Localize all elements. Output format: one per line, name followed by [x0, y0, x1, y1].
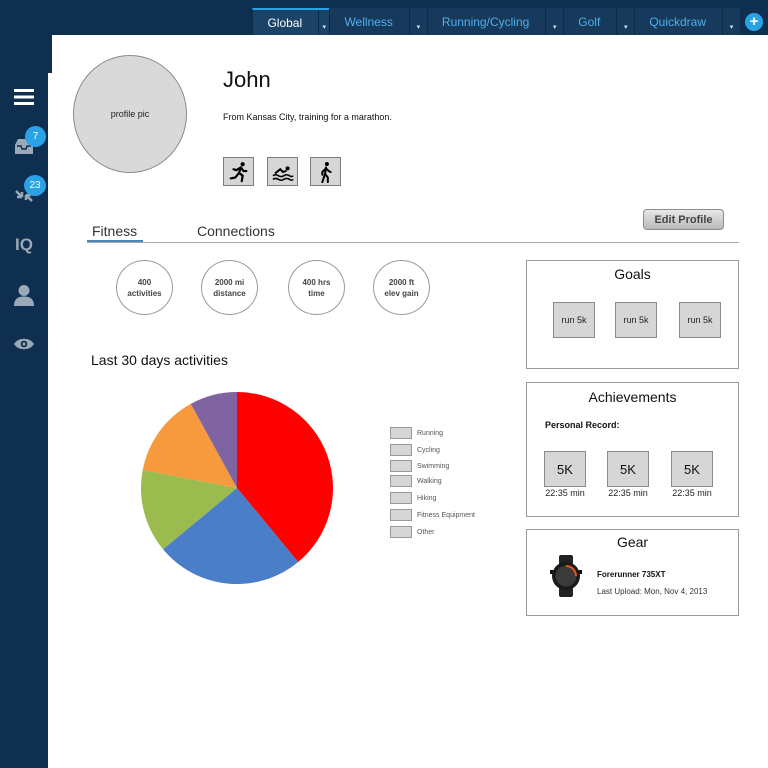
tab-running-cycling[interactable]: Running/Cycling ▾: [426, 8, 564, 35]
chevron-down-icon[interactable]: ▾: [408, 8, 427, 35]
stat-distance: 2000 mi distance: [201, 260, 258, 315]
legend-label: Other: [417, 528, 435, 536]
top-nav-bar: Global ▾ Wellness ▾ Running/Cycling ▾ Go…: [0, 0, 768, 35]
stat-value: 2000 ft: [388, 277, 415, 287]
running-icon: [229, 161, 247, 182]
legend-item: Other: [390, 526, 435, 538]
legend-label: Fitness Equipment: [417, 511, 475, 519]
legend-item: Walking: [390, 475, 442, 487]
stat-label: elev gain: [384, 288, 419, 298]
legend-swatch: [390, 427, 412, 439]
legend-item: Running: [390, 427, 443, 439]
legend-label: Walking: [417, 477, 442, 485]
watch-icon[interactable]: [549, 555, 583, 602]
gear-device-name[interactable]: Forerunner 735XT: [597, 570, 665, 579]
plus-icon[interactable]: +: [745, 12, 763, 31]
tab-divider: [87, 242, 739, 243]
stat-time: 400 hrs time: [288, 260, 345, 315]
legend-label: Hiking: [417, 494, 437, 502]
category-tabs: Global ▾ Wellness ▾ Running/Cycling ▾ Go…: [252, 8, 768, 35]
achievements-panel: Achievements Personal Record: 5K 22:35 m…: [526, 382, 739, 517]
legend-item: Fitness Equipment: [390, 509, 475, 521]
legend-swatch: [390, 492, 412, 504]
achievement-time: 22:35 min: [672, 488, 712, 498]
walking-sport-button[interactable]: [310, 157, 341, 186]
legend-swatch: [390, 475, 412, 487]
achievement-badge[interactable]: 5K: [671, 451, 713, 487]
chevron-down-icon[interactable]: ▾: [545, 8, 563, 35]
gear-panel: Gear Forerunner 735XT Last Upload: Mon, …: [526, 529, 739, 616]
tab-label: Quickdraw: [649, 14, 706, 29]
edit-profile-button[interactable]: Edit Profile: [643, 209, 724, 230]
achievement-time: 22:35 min: [545, 488, 585, 498]
tab-label: Global: [267, 15, 303, 30]
personal-record-label: Personal Record:: [545, 420, 620, 430]
connections-badge: 23: [24, 175, 46, 196]
connect-iq-icon[interactable]: IQ: [12, 233, 36, 257]
avatar-label: profile pic: [110, 109, 150, 119]
legend-label: Running: [417, 429, 444, 437]
stat-value: 400: [137, 277, 152, 287]
stat-value: 400 hrs: [302, 277, 331, 287]
swimming-icon: [271, 165, 294, 181]
goals-title: Goals: [614, 266, 651, 282]
tab-quickdraw[interactable]: Quickdraw ▾: [634, 8, 740, 35]
legend-swatch: [390, 460, 412, 472]
achievement-time: 22:35 min: [608, 488, 648, 498]
activities-pie-chart: [141, 392, 333, 584]
profile-bio: From Kansas City, training for a maratho…: [223, 112, 392, 122]
legend-item: Hiking: [390, 492, 436, 504]
gear-last-upload: Last Upload: Mon, Nov 4, 2013: [597, 587, 708, 596]
tab-golf[interactable]: Golf ▾: [563, 8, 635, 35]
legend-item: Swimming: [390, 460, 449, 472]
activities-title: Last 30 days activities: [91, 352, 228, 368]
stat-elev-gain: 2000 ft elev gain: [373, 260, 430, 315]
tab-fitness[interactable]: Fitness: [92, 223, 137, 239]
legend-label: Swimming: [417, 462, 450, 470]
stat-activities: 400 activities: [116, 260, 173, 315]
user-icon[interactable]: [12, 283, 36, 307]
walking-icon: [320, 161, 332, 183]
gear-title: Gear: [616, 534, 649, 550]
tab-label: Golf: [578, 14, 601, 29]
hamburger-menu-icon[interactable]: [12, 85, 36, 109]
goal-item[interactable]: run 5k: [615, 302, 657, 338]
achievement-badge[interactable]: 5K: [607, 451, 649, 487]
running-sport-button[interactable]: [223, 157, 254, 186]
chevron-down-icon[interactable]: ▾: [616, 8, 634, 35]
avatar[interactable]: profile pic: [73, 55, 187, 173]
legend-swatch: [390, 509, 412, 521]
tab-wellness[interactable]: Wellness ▾: [329, 8, 427, 35]
legend-swatch: [390, 444, 412, 456]
goal-item[interactable]: run 5k: [679, 302, 721, 338]
goals-panel: Goals run 5k run 5k run 5k: [526, 260, 739, 369]
stat-label: distance: [213, 288, 246, 298]
tab-connections[interactable]: Connections: [197, 223, 275, 239]
add-tab-cell: +: [740, 8, 768, 35]
legend-item: Cycling: [390, 444, 440, 456]
stat-label: activities: [127, 288, 162, 298]
legend-label: Cycling: [417, 446, 440, 454]
profile-name: John: [223, 67, 271, 92]
chevron-down-icon[interactable]: ▾: [318, 10, 329, 35]
active-tab-indicator: [87, 240, 143, 242]
tab-label: Wellness: [344, 14, 393, 29]
stat-label: time: [308, 288, 325, 298]
eye-icon[interactable]: [12, 332, 36, 356]
sidebar-notch: [48, 35, 52, 73]
swimming-sport-button[interactable]: [267, 157, 298, 186]
sidebar: 7 23 IQ: [0, 35, 48, 768]
legend-swatch: [390, 526, 412, 538]
stat-value: 2000 mi: [214, 277, 245, 287]
achievements-title: Achievements: [588, 389, 677, 405]
achievement-badge[interactable]: 5K: [544, 451, 586, 487]
goal-item[interactable]: run 5k: [553, 302, 595, 338]
chevron-down-icon[interactable]: ▾: [722, 8, 740, 35]
tab-global[interactable]: Global ▾: [252, 8, 330, 35]
inbox-badge: 7: [25, 126, 46, 147]
tab-label: Running/Cycling: [441, 14, 530, 29]
